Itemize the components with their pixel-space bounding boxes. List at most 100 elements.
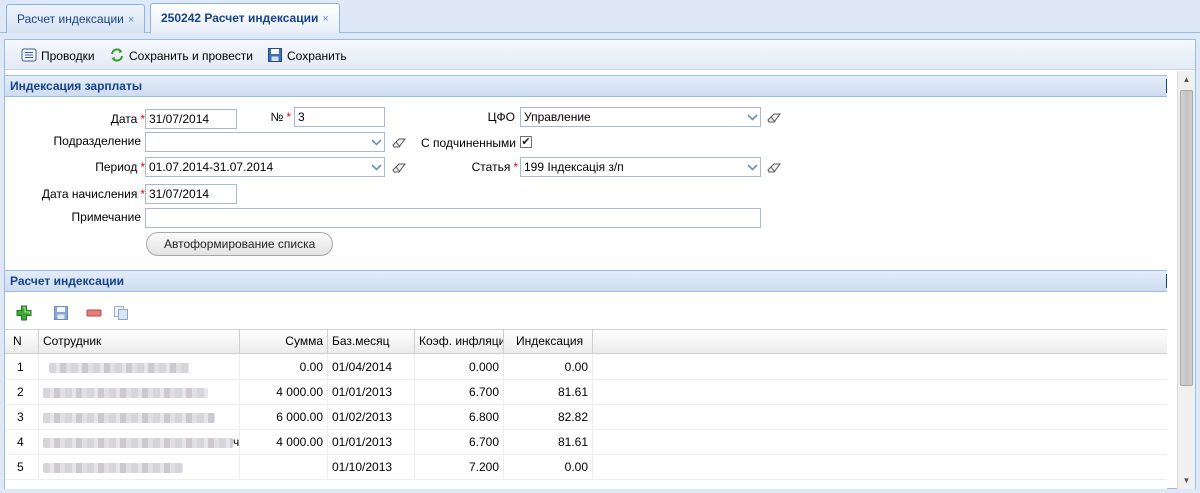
employee-cell (39, 380, 240, 404)
tab-label: 250242 Расчет индексации (161, 11, 319, 25)
floppy-disk-icon[interactable] (53, 305, 69, 321)
redacted-name (43, 462, 183, 473)
index-calculation-section-header: Расчет индексации (5, 270, 1167, 292)
copy-icon[interactable] (113, 305, 129, 321)
inflation-coef-cell: 6.700 (415, 430, 504, 454)
cfo-label: ЦФО (487, 110, 515, 124)
row-number: 4 (5, 430, 39, 454)
save-and-post-label: Сохранить и провести (129, 49, 253, 63)
date-field[interactable]: 31/07/2014 (145, 109, 237, 129)
document-toolbar: Проводки Сохранить и провести Сохранить (5, 40, 1195, 70)
table-row[interactable]: 3 6 000.00 01/02/2013 6.800 82.82 (5, 405, 1167, 430)
chevron-down-icon[interactable] (743, 108, 760, 126)
redacted-name (43, 387, 208, 398)
article-value: 199 Індексація з/п (524, 160, 624, 174)
accrual-date-field[interactable]: 31/07/2014 (145, 184, 237, 204)
number-label: № * (270, 110, 291, 124)
entries-button[interactable]: Проводки (21, 47, 95, 65)
row-number: 2 (5, 380, 39, 404)
sum-cell: 4 000.00 (240, 430, 328, 454)
grid-header: N Сотрудник Сумма Баз.месяц Коэф. инфляц… (5, 329, 1167, 354)
eraser-icon[interactable] (766, 112, 782, 124)
vertical-scrollbar[interactable]: ▲ ▼ (1177, 71, 1195, 489)
with-subordinates-label: С подчиненными (421, 136, 516, 150)
scroll-down-icon[interactable]: ▼ (1178, 472, 1195, 489)
indexation-cell: 0.00 (504, 455, 593, 479)
indexation-cell: 82.82 (504, 405, 593, 429)
sum-cell: 4 000.00 (240, 380, 328, 404)
close-icon[interactable]: × (322, 13, 328, 25)
table-row[interactable]: 2 4 000.00 01/01/2013 6.700 81.61 (5, 380, 1167, 405)
document-panel: Проводки Сохранить и провести Сохранить … (4, 39, 1196, 489)
delete-row-icon[interactable] (86, 305, 102, 321)
chevron-down-icon[interactable] (367, 133, 384, 151)
employee-cell (39, 455, 240, 479)
list-icon (21, 48, 37, 62)
eraser-icon[interactable] (391, 162, 407, 174)
scroll-up-icon[interactable]: ▲ (1178, 71, 1195, 88)
sum-cell: 0.00 (240, 355, 328, 379)
table-row[interactable]: 4 ч 4 000.00 01/01/2013 6.700 81.61 (5, 430, 1167, 455)
tab-label: Расчет индексации (17, 12, 124, 26)
column-header-inflation-coef[interactable]: Коэф. инфляции (415, 330, 504, 353)
redacted-name (49, 362, 189, 373)
cfo-value: Управление (524, 110, 591, 124)
tab-index-calculation-list[interactable]: Расчет индексации × (6, 4, 146, 33)
table-row[interactable]: 5 01/10/2013 7.200 0.00 (5, 455, 1167, 480)
sum-cell (240, 455, 328, 479)
column-header-sum[interactable]: Сумма (240, 330, 328, 353)
note-label: Примечание (71, 210, 141, 224)
number-field[interactable]: 3 (294, 107, 385, 127)
indexation-cell: 81.61 (504, 430, 593, 454)
article-label: Статья * (471, 160, 518, 174)
employee-cell (39, 355, 240, 379)
period-combo[interactable]: 01.07.2014-31.07.2014 (145, 157, 385, 177)
note-field[interactable] (145, 208, 761, 228)
base-month-cell: 01/01/2013 (328, 380, 415, 404)
sum-cell: 6 000.00 (240, 405, 328, 429)
column-header-n[interactable]: N (5, 330, 39, 353)
row-number: 3 (5, 405, 39, 429)
accrual-date-label: Дата начисления * (41, 187, 145, 201)
article-combo[interactable]: 199 Індексація з/п (520, 157, 761, 177)
floppy-disk-icon (268, 48, 282, 62)
inflation-coef-cell: 6.800 (415, 405, 504, 429)
entries-label: Проводки (41, 49, 95, 63)
inflation-coef-cell: 6.700 (415, 380, 504, 404)
column-header-employee[interactable]: Сотрудник (39, 330, 240, 353)
autofill-list-button[interactable]: Автоформирование списка (146, 232, 334, 256)
column-header-base-month[interactable]: Баз.месяц (328, 330, 415, 353)
table-row[interactable]: 1 0.00 01/04/2014 0.000 0.00 (5, 355, 1167, 380)
section-title: Расчет индексации (10, 274, 124, 288)
chevron-down-icon[interactable] (367, 158, 384, 176)
indexation-cell: 81.61 (504, 380, 593, 404)
base-month-cell: 01/10/2013 (328, 455, 415, 479)
close-icon[interactable]: × (128, 14, 134, 26)
inflation-coef-cell: 7.200 (415, 455, 504, 479)
base-month-cell: 01/02/2013 (328, 405, 415, 429)
with-subordinates-checkbox[interactable]: ✔ (520, 136, 532, 148)
grid-toolbar (5, 298, 1167, 328)
base-month-cell: 01/04/2014 (328, 355, 415, 379)
redacted-name (43, 412, 215, 423)
row-number: 1 (5, 355, 39, 379)
employee-cell (39, 405, 240, 429)
eraser-icon[interactable] (766, 162, 782, 174)
employee-cell: ч (39, 430, 240, 454)
section-title: Индексация зарплаты (10, 79, 143, 93)
scrollbar-thumb[interactable] (1180, 90, 1193, 386)
save-button[interactable]: Сохранить (267, 47, 347, 65)
add-row-icon[interactable] (16, 305, 32, 321)
department-combo[interactable] (145, 132, 385, 152)
tab-index-calculation-document[interactable]: 250242 Расчет индексации × (150, 3, 340, 33)
document-content: Индексация зарплаты Дата * 31/07/2014 № * … (5, 71, 1167, 489)
redacted-name (43, 437, 233, 448)
cfo-combo[interactable]: Управление (520, 107, 761, 127)
salary-indexation-section-header: Индексация зарплаты (5, 75, 1167, 97)
chevron-down-icon[interactable] (743, 158, 760, 176)
eraser-icon[interactable] (391, 137, 407, 149)
column-header-indexation[interactable]: Индексация (504, 330, 593, 353)
save-label: Сохранить (287, 49, 347, 63)
row-number: 5 (5, 455, 39, 479)
save-and-post-button[interactable]: Сохранить и провести (109, 47, 253, 65)
